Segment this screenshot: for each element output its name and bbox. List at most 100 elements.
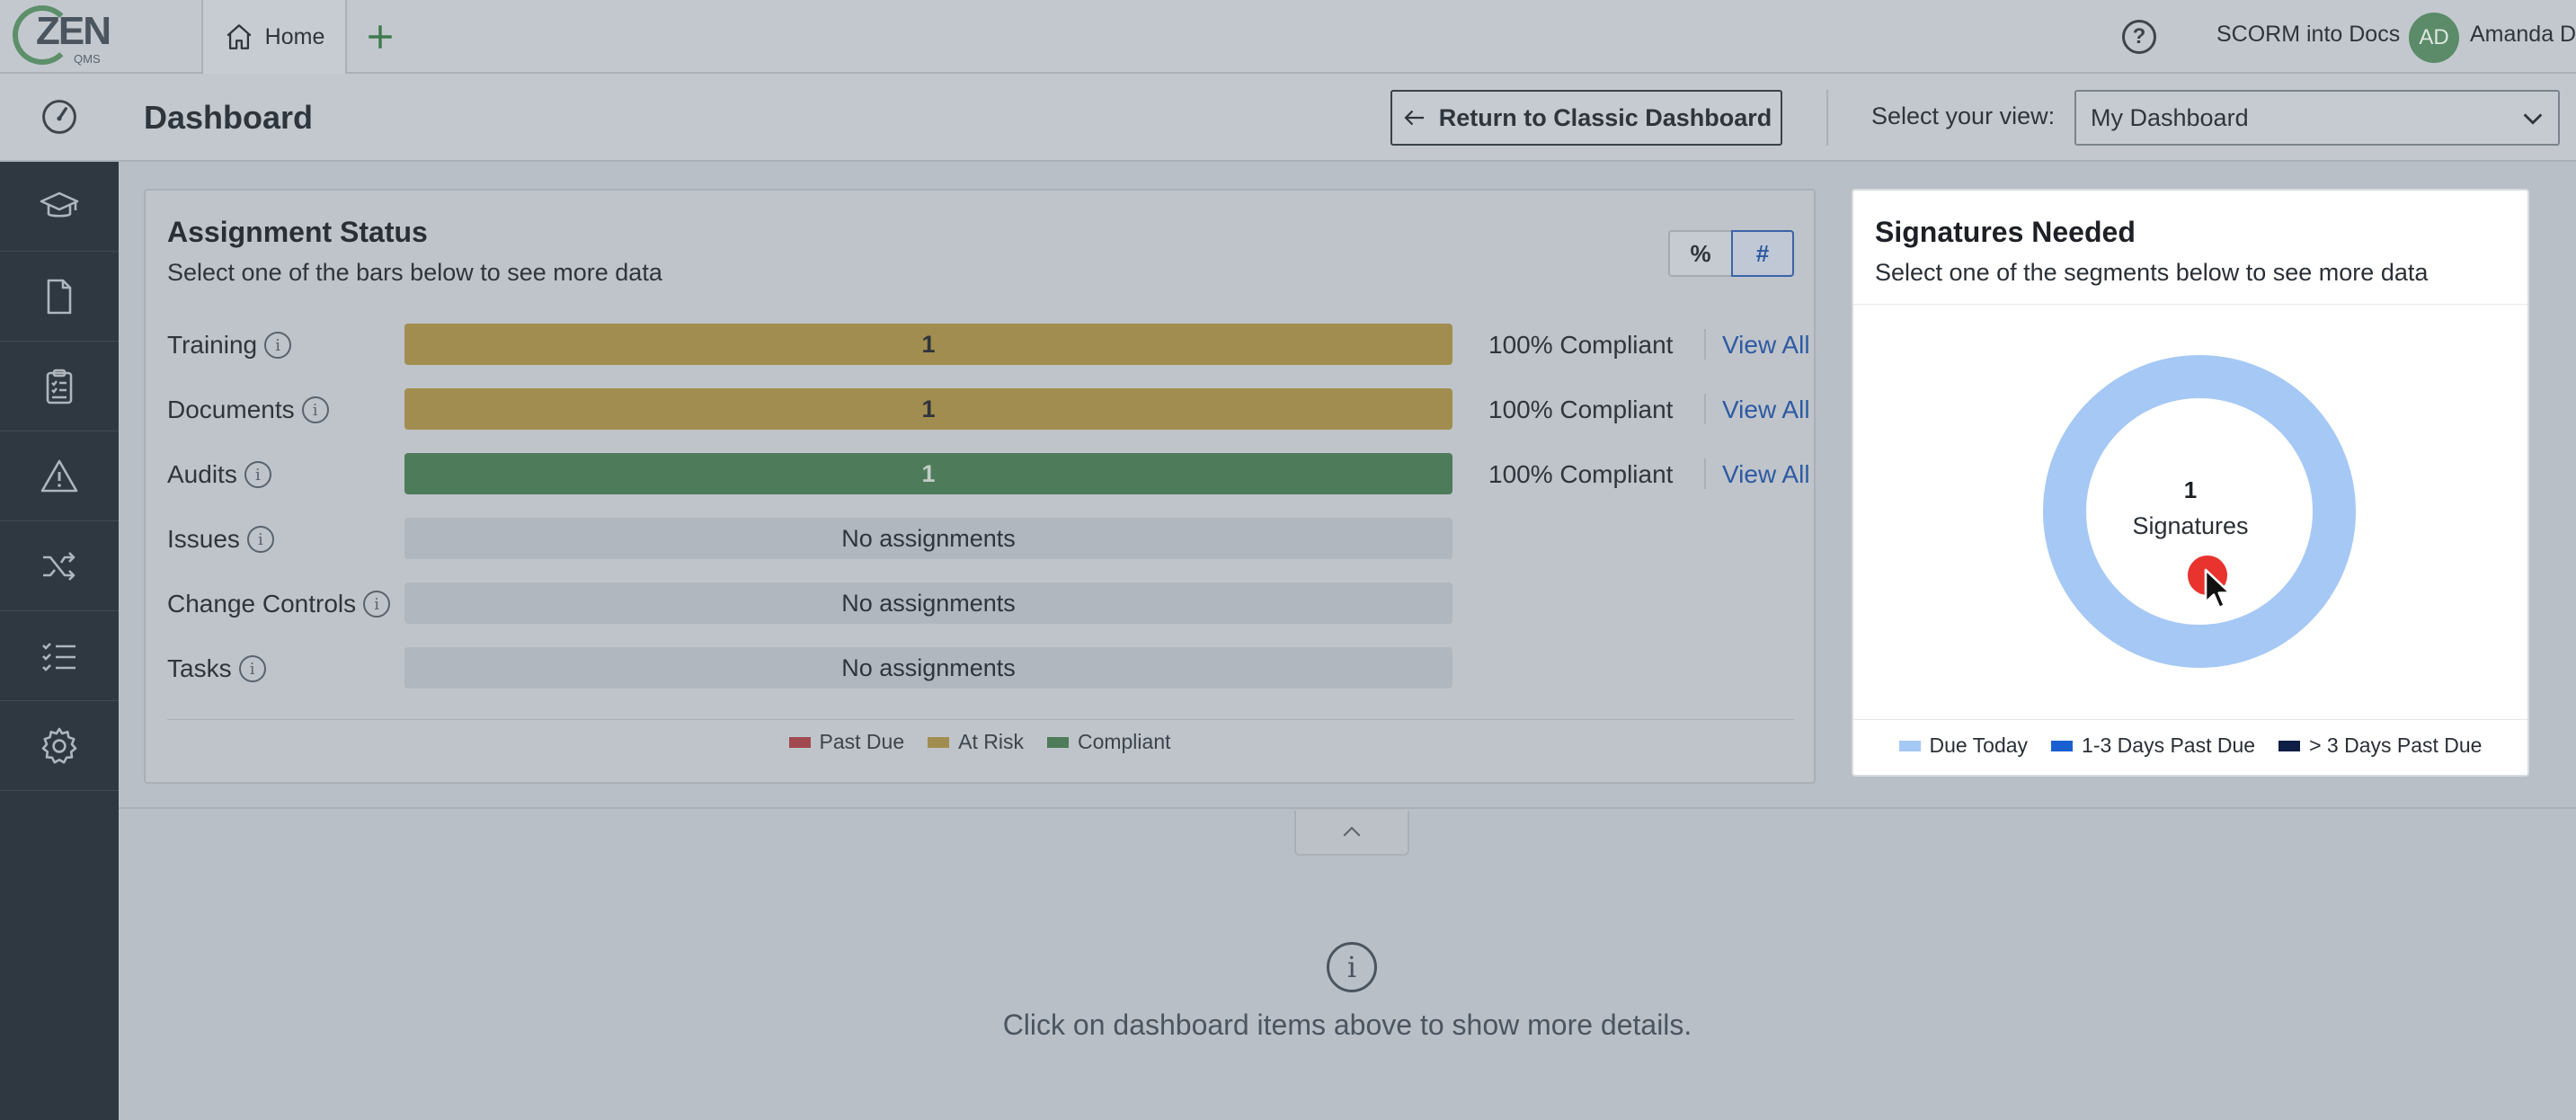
row-label-text: Tasks — [167, 654, 232, 682]
org-name[interactable]: SCORM into Docs — [2216, 22, 2400, 48]
toggle-count-button[interactable]: # — [1731, 230, 1794, 277]
row-label-text: Change Controls — [167, 590, 357, 618]
assignment-status-title: Assignment Status — [167, 216, 428, 248]
sidebar-item-audits[interactable] — [0, 342, 119, 431]
collapse-panel-button[interactable] — [1294, 811, 1409, 856]
sidebar-item-settings[interactable] — [0, 701, 119, 791]
row-label-text: Audits — [167, 460, 237, 488]
chevron-up-icon — [1343, 826, 1361, 837]
legend-swatch — [2051, 740, 2074, 751]
sidebar-item-change-controls[interactable] — [0, 521, 119, 611]
add-tab-button[interactable] — [360, 18, 401, 56]
row-label-text: Training — [167, 331, 258, 359]
row-label: Change Controls i — [167, 590, 391, 618]
signatures-donut-chart — [2043, 355, 2356, 668]
compliance-text: 100% Compliant — [1488, 331, 1674, 359]
view-all-training-link[interactable]: View All — [1722, 331, 1810, 360]
dashboard-main: Assignment Status Select one of the bars… — [119, 162, 2576, 809]
view-all-documents-link[interactable]: View All — [1722, 396, 1810, 424]
sidebar-item-documents[interactable] — [0, 252, 119, 342]
info-icon[interactable]: i — [301, 396, 329, 423]
avatar[interactable]: AD — [2409, 13, 2459, 63]
legend-label: Due Today — [1929, 733, 2029, 757]
chevron-down-icon — [2523, 113, 2543, 125]
divider — [1853, 304, 2527, 305]
donut-segment-due-today[interactable] — [2043, 355, 2356, 668]
info-icon: i — [1327, 942, 1377, 992]
warning-triangle-icon — [40, 459, 78, 492]
legend-swatch — [1046, 736, 1069, 748]
legend-swatch — [788, 736, 811, 748]
logo-text: ZEN — [36, 9, 111, 53]
assignment-row-issues: Issues i No assignments — [167, 518, 1803, 563]
mouse-cursor-icon — [2204, 568, 2232, 609]
logo-subtext: QMS — [74, 52, 101, 66]
legend-swatch — [928, 736, 950, 748]
dashboard-gauge-icon — [42, 100, 76, 134]
arrow-left-icon — [1404, 110, 1424, 126]
view-select[interactable]: My Dashboard — [2074, 90, 2560, 146]
legend-item-compliant: Compliant — [1046, 730, 1171, 754]
assignment-status-card: Assignment Status Select one of the bars… — [144, 189, 1816, 784]
info-icon[interactable]: i — [264, 332, 292, 359]
info-icon[interactable]: i — [238, 655, 266, 682]
app-logo[interactable]: ZEN QMS — [13, 4, 111, 70]
donut-center-label: Signatures — [2132, 512, 2249, 539]
legend-label: Compliant — [1077, 730, 1171, 753]
toggle-percent-button[interactable]: % — [1668, 230, 1731, 277]
graduation-cap-icon — [40, 191, 79, 218]
row-label: Training i — [167, 331, 292, 360]
sidebar-item-dashboard[interactable] — [0, 74, 119, 162]
view-all-audits-link[interactable]: View All — [1722, 460, 1810, 489]
home-icon — [227, 24, 252, 49]
assignment-row-audits: Audits i 1 100% Compliant View All — [167, 453, 1810, 498]
view-select-value: My Dashboard — [2091, 103, 2249, 131]
shuffle-icon — [43, 551, 76, 581]
audits-bar[interactable]: 1 — [404, 453, 1452, 494]
return-classic-dashboard-button[interactable]: Return to Classic Dashboard — [1390, 90, 1782, 146]
plus-icon — [369, 25, 392, 49]
info-icon[interactable]: i — [246, 526, 274, 553]
divider — [1704, 458, 1706, 489]
assignment-row-tasks: Tasks i No assignments — [167, 647, 1803, 692]
signatures-needed-card: Signatures Needed Select one of the segm… — [1852, 189, 2529, 777]
assignment-row-training: Training i 1 100% Compliant View All — [167, 324, 1810, 369]
legend-item-past-due: Past Due — [788, 730, 904, 754]
compliance-text: 100% Compliant — [1488, 460, 1674, 488]
legend-item-1-3-days: 1-3 Days Past Due — [2051, 733, 2255, 758]
info-icon[interactable]: i — [244, 461, 271, 488]
info-icon[interactable]: i — [363, 591, 391, 618]
help-icon[interactable]: ? — [2122, 20, 2156, 54]
row-label: Documents i — [167, 396, 329, 424]
return-classic-dashboard-label: Return to Classic Dashboard — [1438, 103, 1772, 131]
sidebar — [0, 74, 119, 1120]
top-bar: ZEN QMS Home ? SCORM into Docs AD Amanda… — [0, 0, 2576, 74]
legend-item-over-3-days: > 3 Days Past Due — [2278, 733, 2482, 758]
assignment-row-change-controls: Change Controls i No assignments — [167, 582, 1803, 627]
sidebar-item-tasks[interactable] — [0, 611, 119, 701]
page-title: Dashboard — [144, 99, 314, 136]
assignment-legend: Past Due At Risk Compliant — [146, 730, 1814, 754]
divider — [1704, 329, 1706, 360]
training-bar[interactable]: 1 — [404, 324, 1452, 365]
signatures-legend: Due Today 1-3 Days Past Due > 3 Days Pas… — [1853, 733, 2527, 758]
documents-bar[interactable]: 1 — [404, 388, 1452, 430]
gear-icon — [41, 727, 77, 763]
view-select-label: Select your view: — [1871, 102, 2056, 129]
divider — [167, 719, 1794, 720]
divider — [1704, 394, 1706, 424]
legend-swatch — [2278, 740, 2301, 751]
row-label: Audits i — [167, 460, 271, 489]
divider — [1853, 719, 2527, 720]
legend-item-at-risk: At Risk — [928, 730, 1024, 754]
donut-center-count: 1 — [2183, 476, 2198, 503]
sidebar-item-issues[interactable] — [0, 431, 119, 521]
sidebar-item-training[interactable] — [0, 162, 119, 252]
details-placeholder-message: Click on dashboard items above to show m… — [1002, 1009, 1692, 1041]
legend-item-due-today: Due Today — [1898, 733, 2029, 758]
legend-swatch — [1898, 740, 1921, 751]
assignment-status-subtitle: Select one of the bars below to see more… — [167, 259, 662, 286]
tab-home[interactable]: Home — [203, 0, 345, 74]
row-label: Issues i — [167, 525, 274, 554]
user-name[interactable]: Amanda D — [2470, 22, 2576, 48]
